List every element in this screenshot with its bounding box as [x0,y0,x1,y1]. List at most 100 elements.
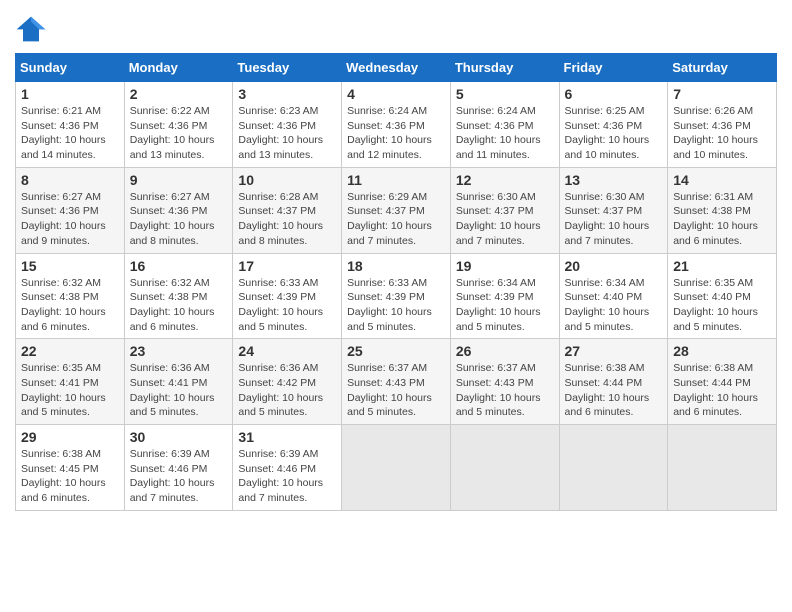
calendar-cell: 25Sunrise: 6:37 AMSunset: 4:43 PMDayligh… [342,339,451,425]
day-number: 29 [21,429,119,445]
day-info: Sunrise: 6:24 AMSunset: 4:36 PMDaylight:… [456,104,554,163]
day-info: Sunrise: 6:35 AMSunset: 4:41 PMDaylight:… [21,361,119,420]
day-number: 20 [565,258,663,274]
calendar-cell: 30Sunrise: 6:39 AMSunset: 4:46 PMDayligh… [124,425,233,511]
col-tuesday: Tuesday [233,54,342,82]
page-header [15,15,777,43]
day-number: 28 [673,343,771,359]
calendar-cell: 22 Sunrise: 6:35 AMSunset: 4:41 PMDayligh… [16,339,125,425]
day-info: Sunrise: 6:21 AMSunset: 4:36 PMDaylight:… [21,104,119,163]
day-info: Sunrise: 6:24 AMSunset: 4:36 PMDaylight:… [347,104,445,163]
calendar-week-row: 8 Sunrise: 6:27 AMSunset: 4:36 PMDaylight… [16,167,777,253]
day-info: Sunrise: 6:36 AMSunset: 4:42 PMDaylight:… [238,361,336,420]
calendar-cell [450,425,559,511]
calendar-cell [559,425,668,511]
day-number: 8 [21,172,119,188]
calendar-cell: 1 Sunrise: 6:21 AMSunset: 4:36 PMDaylight… [16,82,125,168]
day-info: Sunrise: 6:38 AMSunset: 4:45 PMDaylight:… [21,447,119,506]
calendar-cell: 23 Sunrise: 6:36 AMSunset: 4:41 PMDayligh… [124,339,233,425]
col-wednesday: Wednesday [342,54,451,82]
day-number: 21 [673,258,771,274]
calendar-cell: 5 Sunrise: 6:24 AMSunset: 4:36 PMDaylight… [450,82,559,168]
calendar-cell: 20 Sunrise: 6:34 AMSunset: 4:40 PMDayligh… [559,253,668,339]
calendar-cell [342,425,451,511]
day-info: Sunrise: 6:23 AMSunset: 4:36 PMDaylight:… [238,104,336,163]
calendar-cell: 13 Sunrise: 6:30 AMSunset: 4:37 PMDayligh… [559,167,668,253]
calendar-cell: 10 Sunrise: 6:28 AMSunset: 4:37 PMDayligh… [233,167,342,253]
calendar-cell: 24 Sunrise: 6:36 AMSunset: 4:42 PMDayligh… [233,339,342,425]
day-number: 18 [347,258,445,274]
col-saturday: Saturday [668,54,777,82]
day-info: Sunrise: 6:26 AMSunset: 4:36 PMDaylight:… [673,104,771,163]
day-info: Sunrise: 6:37 AMSunset: 4:43 PMDaylight:… [456,361,554,420]
day-info: Sunrise: 6:25 AMSunset: 4:36 PMDaylight:… [565,104,663,163]
day-number: 24 [238,343,336,359]
day-number: 17 [238,258,336,274]
calendar-cell: 19 Sunrise: 6:34 AMSunset: 4:39 PMDayligh… [450,253,559,339]
day-number: 5 [456,86,554,102]
day-info: Sunrise: 6:38 AMSunset: 4:44 PMDaylight:… [565,361,663,420]
day-number: 9 [130,172,228,188]
day-info: Sunrise: 6:34 AMSunset: 4:39 PMDaylight:… [456,276,554,335]
calendar-cell: 18 Sunrise: 6:33 AMSunset: 4:39 PMDayligh… [342,253,451,339]
day-number: 22 [21,343,119,359]
col-monday: Monday [124,54,233,82]
day-info: Sunrise: 6:29 AMSunset: 4:37 PMDaylight:… [347,190,445,249]
day-number: 1 [21,86,119,102]
day-number: 27 [565,343,663,359]
day-number: 6 [565,86,663,102]
day-info: Sunrise: 6:33 AMSunset: 4:39 PMDaylight:… [347,276,445,335]
calendar-cell: 27 Sunrise: 6:38 AMSunset: 4:44 PMDayligh… [559,339,668,425]
day-number: 12 [456,172,554,188]
day-number: 7 [673,86,771,102]
calendar-cell [668,425,777,511]
day-number: 31 [238,429,336,445]
day-number: 26 [456,343,554,359]
calendar-cell: 2Sunrise: 6:22 AMSunset: 4:36 PMDaylight… [124,82,233,168]
day-info: Sunrise: 6:34 AMSunset: 4:40 PMDaylight:… [565,276,663,335]
day-number: 13 [565,172,663,188]
day-number: 14 [673,172,771,188]
day-number: 3 [238,86,336,102]
col-thursday: Thursday [450,54,559,82]
day-number: 4 [347,86,445,102]
calendar-cell: 15 Sunrise: 6:32 AMSunset: 4:38 PMDayligh… [16,253,125,339]
logo-icon [15,15,47,43]
calendar-cell: 28 Sunrise: 6:38 AMSunset: 4:44 PMDayligh… [668,339,777,425]
calendar-cell: 9 Sunrise: 6:27 AMSunset: 4:36 PMDaylight… [124,167,233,253]
day-number: 11 [347,172,445,188]
day-number: 10 [238,172,336,188]
col-sunday: Sunday [16,54,125,82]
day-info: Sunrise: 6:32 AMSunset: 4:38 PMDaylight:… [21,276,119,335]
calendar-week-row: 22 Sunrise: 6:35 AMSunset: 4:41 PMDayligh… [16,339,777,425]
day-number: 19 [456,258,554,274]
day-info: Sunrise: 6:27 AMSunset: 4:36 PMDaylight:… [21,190,119,249]
calendar-cell: 4 Sunrise: 6:24 AMSunset: 4:36 PMDaylight… [342,82,451,168]
calendar-header-row: Sunday Monday Tuesday Wednesday Thursday… [16,54,777,82]
day-info: Sunrise: 6:39 AMSunset: 4:46 PMDaylight:… [130,447,228,506]
day-info: Sunrise: 6:31 AMSunset: 4:38 PMDaylight:… [673,190,771,249]
col-friday: Friday [559,54,668,82]
day-info: Sunrise: 6:35 AMSunset: 4:40 PMDaylight:… [673,276,771,335]
day-info: Sunrise: 6:27 AMSunset: 4:36 PMDaylight:… [130,190,228,249]
day-info: Sunrise: 6:37 AMSunset: 4:43 PMDaylight:… [347,361,445,420]
calendar-cell: 16Sunrise: 6:32 AMSunset: 4:38 PMDayligh… [124,253,233,339]
day-number: 15 [21,258,119,274]
calendar-cell: 8 Sunrise: 6:27 AMSunset: 4:36 PMDaylight… [16,167,125,253]
day-info: Sunrise: 6:28 AMSunset: 4:37 PMDaylight:… [238,190,336,249]
day-info: Sunrise: 6:22 AMSunset: 4:36 PMDaylight:… [130,104,228,163]
day-info: Sunrise: 6:30 AMSunset: 4:37 PMDaylight:… [456,190,554,249]
day-info: Sunrise: 6:30 AMSunset: 4:37 PMDaylight:… [565,190,663,249]
calendar-week-row: 1 Sunrise: 6:21 AMSunset: 4:36 PMDaylight… [16,82,777,168]
calendar-cell: 29 Sunrise: 6:38 AMSunset: 4:45 PMDayligh… [16,425,125,511]
day-number: 23 [130,343,228,359]
calendar-cell: 11 Sunrise: 6:29 AMSunset: 4:37 PMDayligh… [342,167,451,253]
day-info: Sunrise: 6:36 AMSunset: 4:41 PMDaylight:… [130,361,228,420]
day-number: 16 [130,258,228,274]
calendar-week-row: 15 Sunrise: 6:32 AMSunset: 4:38 PMDayligh… [16,253,777,339]
calendar-cell: 6 Sunrise: 6:25 AMSunset: 4:36 PMDaylight… [559,82,668,168]
day-info: Sunrise: 6:39 AMSunset: 4:46 PMDaylight:… [238,447,336,506]
day-info: Sunrise: 6:38 AMSunset: 4:44 PMDaylight:… [673,361,771,420]
logo [15,15,51,43]
calendar-cell: 31 Sunrise: 6:39 AMSunset: 4:46 PMDayligh… [233,425,342,511]
